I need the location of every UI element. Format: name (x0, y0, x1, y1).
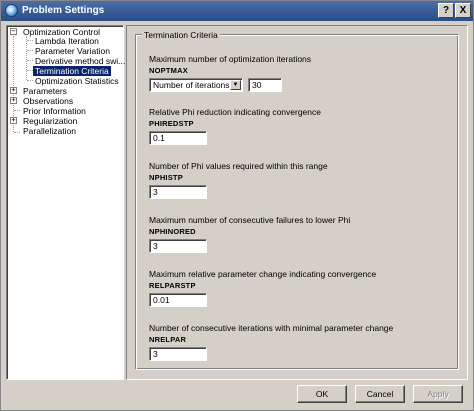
dropdown-arrow-icon[interactable]: ▼ (230, 80, 241, 90)
param-name: NPHISTP (149, 173, 183, 182)
iteration-mode-select[interactable]: Number of iterations ▼ (149, 78, 243, 92)
tree-item-label: Parameters (23, 86, 67, 96)
nrelpar-input[interactable]: 3 (149, 347, 207, 361)
param-description: Number of Phi values required within thi… (149, 161, 328, 171)
param-description: Maximum relative parameter change indica… (149, 269, 377, 279)
close-button[interactable]: X (455, 3, 471, 18)
param-description: Relative Phi reduction indicating conver… (149, 107, 321, 117)
param-description: Maximum number of optimization iteration… (149, 54, 312, 64)
param-name: NRELPAR (149, 335, 187, 344)
select-value: Number of iterations (153, 80, 230, 90)
title-bar[interactable]: Problem Settings ? X (1, 1, 473, 21)
settings-tree[interactable]: − Optimization Control Lambda Iteration … (6, 25, 126, 380)
window-title: Problem Settings (22, 5, 105, 16)
tree-item-label: Parallelization (23, 126, 76, 136)
group-title: Termination Criteria (142, 30, 220, 40)
tree-item-label: Observations (23, 96, 74, 106)
tree-connector-child (26, 36, 27, 80)
expand-toggle-icon[interactable]: + (10, 117, 17, 124)
collapse-toggle-icon[interactable]: − (10, 28, 17, 35)
settings-panel: Termination Criteria Maximum number of o… (126, 25, 468, 380)
app-globe-icon (5, 4, 18, 17)
help-button[interactable]: ? (438, 3, 454, 18)
tree-item-label-selected: Termination Criteria (33, 66, 111, 76)
tree-item-label: Regularization (23, 116, 78, 126)
nphinored-input[interactable]: 3 (149, 239, 207, 253)
param-name: NOPTMAX (149, 66, 188, 75)
expand-toggle-icon[interactable]: + (10, 87, 17, 94)
tree-item-label: Lambda Iteration (35, 36, 99, 46)
noptmax-input[interactable]: 30 (248, 78, 282, 92)
termination-criteria-group: Termination Criteria Maximum number of o… (136, 30, 459, 370)
phiredstp-input[interactable]: 0.1 (149, 131, 207, 145)
param-description: Number of consecutive iterations with mi… (149, 323, 394, 333)
expand-toggle-icon[interactable]: + (10, 97, 17, 104)
tree-connector (14, 132, 20, 133)
ok-button[interactable]: OK (297, 385, 347, 403)
tree-item-label: Prior Information (23, 106, 86, 116)
param-name: NPHINORED (149, 227, 196, 236)
relparstp-input[interactable]: 0.01 (149, 293, 207, 307)
tree-item-label: Optimization Statistics (35, 76, 119, 86)
tree-item-label: Derivative method swi... (35, 56, 126, 66)
tree-item-label: Parameter Variation (35, 46, 110, 56)
nphistp-input[interactable]: 3 (149, 185, 207, 199)
problem-settings-dialog: Problem Settings ? X − Optimization Cont… (0, 0, 474, 411)
param-description: Maximum number of consecutive failures t… (149, 215, 351, 225)
dialog-content: − Optimization Control Lambda Iteration … (6, 25, 468, 380)
param-name: RELPARSTP (149, 281, 196, 290)
tree-connector (14, 110, 20, 111)
apply-button[interactable]: Apply (413, 385, 463, 403)
cancel-button[interactable]: Cancel (355, 385, 405, 403)
param-name: PHIREDSTP (149, 119, 194, 128)
